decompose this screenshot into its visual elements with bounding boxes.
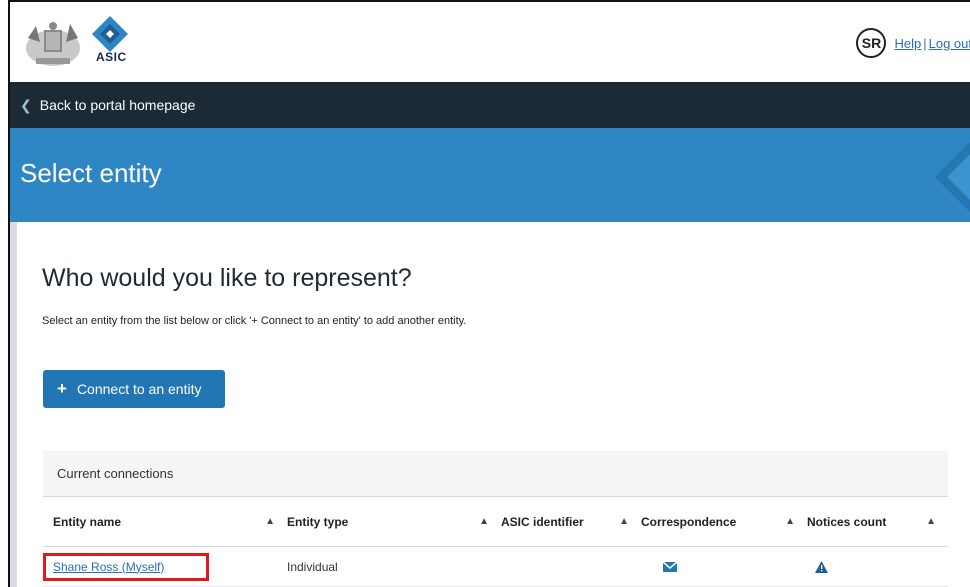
column-header-correspondence[interactable]: Correspondence ▲︎: [641, 497, 807, 546]
entity-name-cell: Shane Ross (Myself): [43, 547, 287, 586]
plus-icon: +: [57, 379, 67, 398]
content-side-rule: [10, 222, 17, 587]
back-to-portal-link[interactable]: Back to portal homepage: [40, 97, 196, 113]
connect-entity-button[interactable]: + Connect to an entity: [43, 370, 225, 408]
back-nav-bar: ❮ Back to portal homepage: [10, 82, 970, 128]
page-frame: ASIC SR Help | Log out ❮ Back to portal ho…: [8, 0, 970, 587]
table-header-row: Entity name ▲︎ Entity type ▲︎ ASIC ident…: [43, 497, 948, 547]
column-header-entity-type[interactable]: Entity type ▲︎: [287, 497, 501, 546]
warning-icon[interactable]: [815, 560, 828, 573]
sort-icon[interactable]: ▲︎: [479, 516, 501, 527]
correspondence-cell: [641, 547, 807, 586]
column-header-entity-name[interactable]: Entity name ▲︎: [43, 497, 287, 546]
table-row[interactable]: Shane Ross (Myself) Individual: [43, 547, 948, 587]
header-links: Help | Log out: [894, 36, 970, 51]
sort-icon[interactable]: ▲︎: [265, 516, 287, 527]
connect-entity-button-label: Connect to an entity: [76, 381, 202, 397]
page-banner: Select entity: [10, 128, 970, 222]
page-title: Select entity: [20, 158, 162, 188]
envelope-icon[interactable]: [663, 561, 677, 572]
logout-link[interactable]: Log out: [929, 36, 970, 51]
section-heading: Who would you like to represent?: [42, 264, 412, 292]
asic-identifier-cell: [501, 547, 641, 586]
sort-icon[interactable]: ▲︎: [926, 516, 948, 527]
instructions-text: Select an entity from the list below or …: [42, 315, 467, 327]
notices-count-cell: [807, 547, 948, 586]
sort-icon[interactable]: ▲︎: [619, 516, 641, 527]
column-header-notices-count[interactable]: Notices count ▲︎: [807, 497, 948, 546]
table-caption: Current connections: [43, 451, 948, 497]
user-avatar[interactable]: SR: [856, 28, 887, 58]
coat-of-arms-logo: [26, 22, 80, 66]
highlight-box: [43, 553, 209, 581]
connections-table: Current connections Entity name ▲︎ Entit…: [43, 451, 948, 587]
asic-logo-text: ASIC: [96, 50, 127, 64]
header: ASIC SR Help | Log out: [10, 2, 970, 82]
entity-type-cell: Individual: [287, 559, 338, 574]
column-header-asic-identifier[interactable]: ASIC identifier ▲︎: [501, 497, 641, 546]
main-content: Who would you like to represent? Select …: [10, 222, 970, 587]
banner-decoration-icon: [935, 142, 970, 212]
chevron-left-icon[interactable]: ❮: [20, 97, 32, 114]
help-link[interactable]: Help: [894, 36, 921, 51]
link-separator: |: [923, 35, 927, 51]
sort-icon[interactable]: ▲︎: [785, 516, 807, 527]
user-area: SR Help | Log out: [856, 28, 970, 58]
